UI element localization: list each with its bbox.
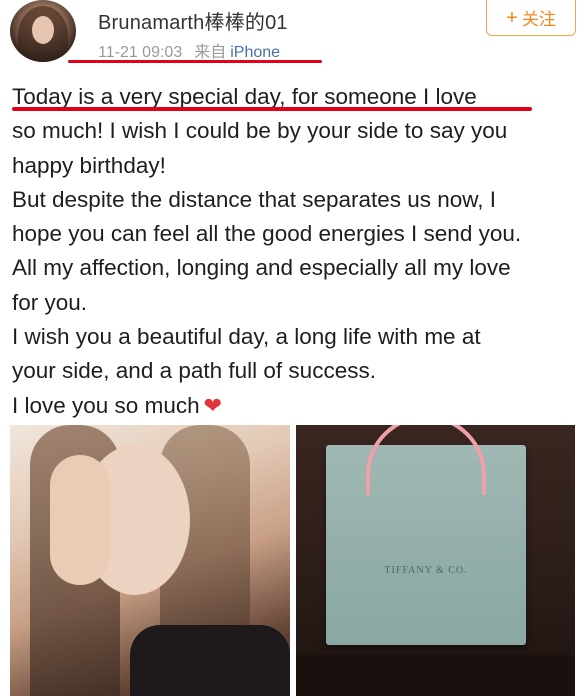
post-line: for you.: [12, 289, 88, 315]
bag-brand-logo: TIFFANY & CO.: [384, 565, 468, 576]
post-meta: 11-21 09:03 来自 iPhone: [98, 38, 280, 62]
gift-bag: TIFFANY & CO.: [326, 425, 526, 645]
follow-button[interactable]: + 关注: [486, 0, 576, 36]
photo-clothing: [130, 625, 290, 696]
follow-label: 关注: [521, 10, 556, 29]
post-line: I love you so much: [12, 392, 200, 418]
heart-emoji-icon: ❤: [203, 392, 223, 418]
source-label: 来自: [194, 44, 227, 61]
post-header: Brunamarth棒棒的01 11-21 09:03 来自 iPhone + 关注: [0, 0, 585, 64]
peace-sign-hand: [50, 455, 110, 585]
avatar-face: [32, 16, 54, 44]
post-line: happy birthday!: [12, 152, 166, 178]
selfie-photo[interactable]: [10, 425, 290, 696]
bag-handle: [366, 425, 486, 495]
red-underline-first-line: [12, 107, 532, 111]
source-link[interactable]: iPhone: [230, 44, 280, 61]
photo-floor: [296, 655, 575, 696]
post-line-last: I love you so much ❤: [12, 389, 582, 423]
post-line: hope you can feel all the good energies …: [12, 221, 522, 247]
post-line: so much! I wish I could be by your side …: [12, 118, 508, 144]
post-body: Today is a very special day, for someone…: [12, 80, 582, 423]
post-line: I wish you a beautiful day, a long life …: [12, 324, 481, 350]
timestamp: 11-21 09:03: [98, 44, 183, 61]
avatar[interactable]: [10, 0, 76, 62]
red-underline-meta: [68, 60, 322, 63]
post-line: All my affection, longing and especially…: [12, 255, 511, 281]
post-line: But despite the distance that separates …: [12, 186, 497, 212]
post-line: your side, and a path full of success.: [12, 358, 376, 384]
username[interactable]: Brunamarth棒棒的01: [98, 6, 288, 35]
gift-bag-photo[interactable]: TIFFANY & CO.: [296, 425, 575, 696]
plus-icon: +: [506, 6, 518, 29]
